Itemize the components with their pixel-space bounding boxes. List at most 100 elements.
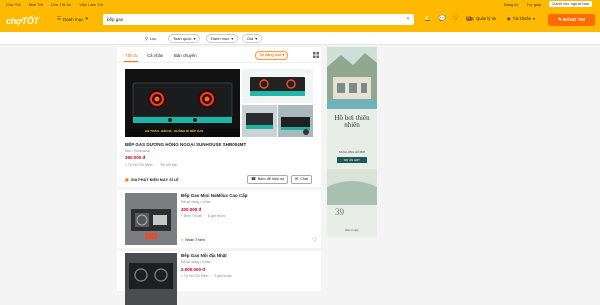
- featured-main-image[interactable]: AN TOÀN · BỀN BỈ · KHÔNG RỈ BẾP GAS: [125, 69, 240, 137]
- item-seller[interactable]: ● Nhan Thien: [181, 238, 205, 242]
- chevron-down-icon: ▾: [85, 16, 88, 21]
- gas-stove-image: [125, 69, 240, 137]
- top-link-nhatot[interactable]: Nhà Tốt: [29, 2, 43, 7]
- document-icon: ▤: [470, 16, 474, 21]
- japanese-stove-image: [125, 253, 177, 305]
- filter-label: Lọc: [149, 36, 157, 41]
- item-location: Tp Hồ Chí Minh: [183, 274, 209, 278]
- account-label: Tài khoản: [512, 16, 532, 21]
- featured-title[interactable]: BẾP GAS DƯƠNG HỒNG NGOẠI SUNHOUSE SHB004…: [125, 142, 246, 147]
- stove-detail-image: [242, 105, 277, 137]
- filter-button[interactable]: ⚲ Lọc: [141, 34, 160, 43]
- category-chip[interactable]: Danh mục ▾: [206, 34, 239, 43]
- sort-label: Tin đăng mới: [259, 53, 282, 57]
- user-icon: ◉: [507, 16, 511, 21]
- clear-search-icon[interactable]: ✕: [406, 16, 410, 22]
- filter-bar: ⚲ Lọc Toàn quốc ▾ Danh mục ▾ Giá ▾: [0, 32, 600, 45]
- saved-icon[interactable]: ♡: [453, 15, 458, 22]
- featured-side-image-1[interactable]: ♡: [242, 69, 313, 103]
- listing-panel: Tất cả Cá nhân Bán chuyên Tin đăng mới ▾…: [117, 47, 321, 305]
- filter-icon: ⚲: [145, 36, 148, 41]
- featured-seller-name: GIA PHÁT ĐIỆN MÁY SỈ LẺ: [130, 177, 179, 182]
- stove-thumbnail-image: [250, 77, 305, 96]
- post-ad-label: ĐĂNG TIN: [563, 17, 585, 22]
- top-link-vieclamtot[interactable]: Việc Làm Tốt: [79, 2, 102, 7]
- item-price: 2.000.000 đ: [181, 267, 206, 272]
- image-caption: AN TOÀN · BỀN BỈ · KHÔNG RỈ BẾP GAS: [145, 129, 204, 133]
- top-link-chotot[interactable]: Chợ Tốt: [6, 2, 21, 7]
- tab-all[interactable]: Tất cả: [124, 53, 138, 62]
- logo[interactable]: chợTỐT: [6, 16, 39, 26]
- divider: [117, 187, 321, 190]
- seller-avatar-icon: ●: [181, 238, 184, 242]
- item-meta: ⌖ Tp Hồ Chí Minh 2 giờ trước: [181, 274, 232, 278]
- ad-footer: Đầu tư ngay: [345, 229, 359, 232]
- header: chợTỐT ☰ Danh mục ▾ bếp gas ✕ 🔔 💬 ♡ 👜 ▤ …: [0, 8, 600, 32]
- category-label: Danh mục: [63, 16, 84, 22]
- location-pin-icon: ⌖ Tp Hồ Chí Minh: [125, 163, 153, 167]
- account-menu[interactable]: ◉ Tài khoản ▾: [507, 16, 535, 21]
- item-thumbnail: [125, 253, 177, 305]
- register-link[interactable]: Đăng ký: [504, 2, 519, 7]
- chevron-down-icon: ▾: [282, 53, 285, 57]
- featured-location: Tp Hồ Chí Minh: [127, 163, 153, 167]
- list-item[interactable]: Bếp Gas Mini NaMilux Cao Cấp Đã sử dụng …: [125, 193, 321, 247]
- item-thumbnail: [125, 193, 177, 245]
- price-chip[interactable]: Giá ▾: [242, 34, 263, 43]
- featured-side-image-3[interactable]: [278, 105, 313, 137]
- chevron-down-icon: ▾: [193, 36, 196, 41]
- chat-icon[interactable]: 💬: [438, 15, 445, 22]
- chat-label: Chat: [300, 177, 309, 181]
- grid-view-icon[interactable]: [313, 52, 319, 58]
- item-subtitle: Đã sử dụng • Khác: [181, 260, 211, 264]
- featured-seller-row: ▣ GIA PHÁT ĐIỆN MÁY SỈ LẺ ☎ Bấm để hiện …: [125, 175, 315, 184]
- save-heart-icon[interactable]: ♡: [304, 71, 311, 78]
- ad-price: 39: [335, 207, 344, 217]
- listing-tabs: Tất cả Cá nhân Bán chuyên Tin đăng mới ▾: [117, 47, 321, 63]
- location-pin-icon: ⌖ Bình Thuận: [181, 214, 202, 218]
- item-seller-name: Nhan Thien: [185, 238, 205, 242]
- show-phone-label: Bấm để hiện số: [257, 177, 285, 181]
- business-button[interactable]: Dành cho người bán: [549, 1, 592, 7]
- divider: [117, 248, 321, 251]
- location-chip-label: Toàn quốc: [173, 36, 192, 41]
- bell-icon[interactable]: 🔔: [424, 15, 431, 22]
- top-link-chototxe[interactable]: Chợ Tốt Xe: [51, 2, 72, 7]
- ad-subtext: GIỮA LÒNG HỒ BƠI: [338, 150, 366, 154]
- featured-seller[interactable]: ▣ GIA PHÁT ĐIỆN MÁY SỈ LẺ: [125, 177, 179, 183]
- show-phone-button[interactable]: ☎ Bấm để hiện số: [247, 175, 289, 184]
- mini-stove-image: [125, 193, 177, 245]
- chevron-down-icon: ▾: [255, 36, 258, 41]
- search-input[interactable]: bếp gas ✕: [103, 14, 414, 25]
- item-meta: ⌖ Bình Thuận 8 giờ trước: [181, 214, 225, 218]
- stove-kitchen-image: [278, 105, 313, 137]
- tab-personal[interactable]: Cá nhân: [147, 53, 163, 58]
- search-value: bếp gas: [107, 17, 124, 22]
- featured-meta: ⌖ Tp Hồ Chí Minh Tin nổi bật: [125, 163, 177, 167]
- location-chip[interactable]: Toàn quốc ▾: [168, 34, 201, 43]
- category-chip-label: Danh mục: [211, 36, 230, 41]
- top-right-links: Đăng ký Trợ giúp Dành cho người bán: [504, 1, 592, 7]
- save-heart-icon[interactable]: ♡: [312, 237, 317, 244]
- item-title[interactable]: Bếp Gas Nội địa Nhật: [181, 253, 227, 258]
- chat-button[interactable]: ✉ Chat: [291, 175, 313, 184]
- manage-posts-link[interactable]: ▤ Quản lý tin: [470, 16, 496, 21]
- phone-icon: ☎: [251, 177, 256, 181]
- item-price: 400.000 đ: [181, 207, 202, 212]
- ad-headline: Hồ bơi thiên nhiên: [334, 114, 370, 129]
- featured-subtitle: Mới • Sunhouse: [125, 149, 150, 153]
- sort-dropdown[interactable]: Tin đăng mới ▾: [255, 51, 289, 60]
- featured-price: 380.000 đ: [125, 155, 146, 160]
- featured-side-image-2[interactable]: [242, 105, 277, 137]
- tab-professional[interactable]: Bán chuyên: [174, 53, 197, 58]
- advertisement-banner[interactable]: Hồ bơi thiên nhiên GIỮA LÒNG HỒ BƠI DỰ Á…: [327, 47, 377, 237]
- category-button[interactable]: ☰ Danh mục ▾: [57, 16, 88, 22]
- item-time: 2 giờ trước: [214, 274, 232, 278]
- price-chip-label: Giá: [247, 36, 254, 41]
- post-ad-button[interactable]: ✎ ĐĂNG TIN: [548, 14, 595, 26]
- help-link[interactable]: Trợ giúp: [526, 2, 541, 7]
- list-item[interactable]: Bếp Gas Nội địa Nhật Đã sử dụng • Khác 2…: [125, 253, 321, 305]
- top-links: Chợ Tốt Nhà Tốt Chợ Tốt Xe Việc Làm Tốt: [6, 2, 103, 7]
- item-title[interactable]: Bếp Gas Mini NaMilux Cao Cấp: [181, 193, 248, 198]
- manage-posts-label: Quản lý tin: [475, 16, 496, 21]
